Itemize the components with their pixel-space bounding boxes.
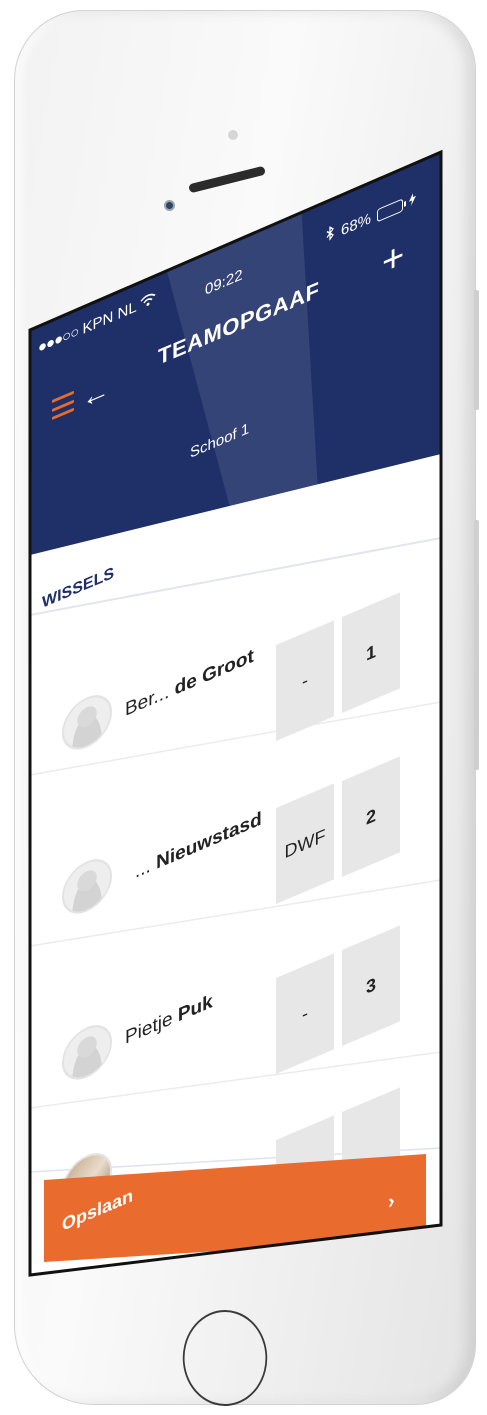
player-number-cell[interactable]: 2: [342, 756, 400, 877]
list-item[interactable]: [62, 1016, 112, 1088]
player-status-cell[interactable]: -: [276, 953, 334, 1074]
player-name: ... Nieuwstasd: [135, 808, 262, 884]
player-first-name: ...: [135, 855, 151, 883]
player-status-cell[interactable]: -: [276, 620, 334, 741]
player-status-cell[interactable]: DWF: [276, 783, 334, 904]
player-number-cell[interactable]: 3: [342, 925, 400, 1046]
player-number-cell[interactable]: 1: [342, 592, 400, 713]
bluetooth-icon: [326, 224, 335, 246]
player-name: Ber... de Groot: [125, 645, 254, 722]
avatar: [62, 850, 112, 922]
list-item[interactable]: [62, 686, 112, 758]
volume-button: [474, 290, 479, 410]
avatar: [62, 686, 112, 758]
proximity-sensor: [228, 130, 238, 140]
section-title: WISSELS: [42, 564, 115, 612]
chevron-right-icon: ›: [388, 1189, 395, 1214]
front-camera: [164, 200, 175, 211]
player-last-name: de Groot: [174, 645, 254, 700]
player-name: Pietje Puk: [125, 991, 213, 1050]
player-last-name: Puk: [177, 990, 213, 1027]
avatar: [62, 1016, 112, 1088]
add-button[interactable]: +: [382, 234, 404, 285]
player-last-name: Nieuwstasd: [156, 808, 262, 875]
charging-icon: [409, 190, 417, 210]
player-first-name: Pietje: [125, 1007, 173, 1049]
power-button: [474, 520, 479, 770]
list-item[interactable]: [62, 850, 112, 922]
player-first-name: Ber...: [125, 681, 170, 721]
